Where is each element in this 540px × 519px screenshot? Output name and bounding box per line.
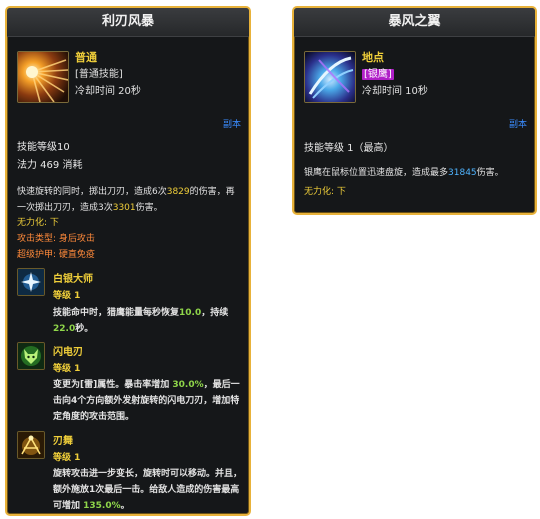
skill-tag: [银鹰] [362,69,394,80]
rune-description: 变更为[雷]属性。暴击率增加 30.0%，最后一击向4个方向额外发射旋转的闪电刀… [53,380,240,422]
rune-name: 白银大师 [53,274,93,285]
copy-link[interactable]: 副本 [509,117,527,130]
rune-level: 等级 1 [53,364,81,374]
skill-level: 技能等级10 [17,142,70,153]
rune-value: 135.0% [83,501,121,511]
cooldown: 冷却时间 20秒 [75,86,141,97]
stat-super-armor: 超级护甲: 硬直免疫 [17,250,95,260]
blade-storm-icon [17,51,69,103]
damage-value: 3829 [166,187,190,197]
silver-star-icon [17,268,45,296]
rune-name: 刃舞 [53,436,73,447]
rune-value: 10.0 [179,308,202,318]
stat-invincible: 无力化: 下 [304,187,346,197]
copy-link[interactable]: 副本 [223,117,241,130]
rune-level: 等级 1 [53,291,81,301]
stat-invincible: 无力化: 下 [17,218,59,228]
skill-type: 地点 [362,51,384,64]
stat-attack-type: 攻击类型: 身后攻击 [17,234,95,244]
skill-header: 地点 [银鹰] 冷却时间 10秒 [294,37,535,107]
rune-value: 30.0% [172,380,204,390]
rune-level: 等级 1 [53,453,81,463]
wolf-head-icon [17,342,45,370]
rune-description: 技能命中时，猎鹰能量每秒恢复10.0，持续22.0秒。 [53,308,229,334]
rune-description: 旋转攻击进一步变长，旋转时可以移动。并且，额外施放1次最后一击。给敌人造成的伤害… [53,469,243,511]
skill-tooltip-blade-storm: 利刃风暴 普通 [普通技能] 冷却时间 20秒 副本 技能等级10 法力 469… [5,6,251,516]
tooltip-title: 利刃风暴 [7,8,249,37]
tooltip-title: 暴风之翼 [294,8,535,37]
damage-value: 31845 [448,168,477,178]
skill-type: 普通 [75,51,97,64]
rune-name: 闪电刃 [53,347,83,358]
skill-header: 普通 [普通技能] 冷却时间 20秒 [7,37,249,107]
mana-cost: 法力 469 消耗 [17,160,83,171]
skill-tooltip-storm-wings: 暴风之翼 地点 [银鹰] 冷却时间 10秒 副本 技能等级 1（最高） 银鹰在鼠… [292,6,537,215]
storm-wings-icon [304,51,356,103]
skill-tag: [普通技能] [75,69,123,80]
blade-dance-icon [17,431,45,459]
skill-description: 银鹰在鼠标位置迅速盘旋，造成最多31845伤害。 [304,168,504,178]
cooldown: 冷却时间 10秒 [362,86,428,97]
rune-value: 22.0 [53,324,76,334]
skill-level: 技能等级 1（最高） [304,143,394,154]
skill-description: 快速旋转的同时，掷出刀刃，造成6次3829的伤害，再一次掷出刀刃，造成3次330… [17,187,235,213]
damage-value: 3301 [112,203,136,213]
